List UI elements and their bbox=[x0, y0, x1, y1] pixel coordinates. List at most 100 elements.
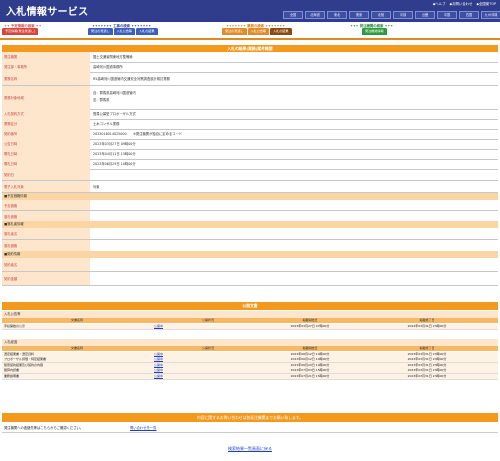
detail-row: 業務区分 土木コンサル業務 bbox=[2, 119, 498, 130]
row-label: 開札日時 bbox=[2, 159, 90, 169]
row-label: 契約者名 bbox=[2, 258, 90, 271]
region-button[interactable]: 全国 bbox=[283, 11, 303, 19]
row-label: 落札価格 bbox=[2, 211, 90, 221]
col-header: 掲載開始日 bbox=[302, 318, 318, 322]
row-value: 対象 bbox=[93, 185, 100, 189]
detail-row: 落札者名 bbox=[2, 228, 498, 240]
region-button[interactable]: 北陸 bbox=[371, 11, 391, 19]
doc-name: 選定結果書・選定資料 bbox=[4, 351, 35, 356]
row-value bbox=[90, 200, 498, 210]
region-button[interactable]: 近畿 bbox=[415, 11, 435, 19]
row-label: 業務名称 bbox=[2, 72, 90, 85]
row-value bbox=[90, 258, 498, 271]
doc-end: 2023年03月31日 23時00分 bbox=[407, 357, 447, 361]
row-label: 業務区分 bbox=[2, 119, 90, 129]
doc-status-link[interactable]: 公開中 bbox=[152, 357, 264, 362]
doc-end: 2023年03月31日 23時00分 bbox=[407, 362, 447, 367]
col-header: 掲載終了日 bbox=[419, 318, 435, 322]
region-button[interactable]: 北海道 bbox=[305, 11, 325, 19]
region-button[interactable]: 中国 bbox=[437, 11, 457, 19]
row-label: 契約金額 bbox=[2, 272, 90, 285]
detail-row: 発注機関 国土交通省関東地方整備局 bbox=[2, 52, 498, 63]
detail-row: 発注部・事務所 高崎河川国道事務所 bbox=[2, 62, 498, 73]
tab-kouji-mitoshi[interactable]: 発注の見通し bbox=[88, 28, 113, 35]
col-header: 公開状況 bbox=[201, 346, 214, 350]
row-label: 業務対象地域 bbox=[2, 85, 90, 109]
tab-gyoumu-mitoshi[interactable]: 発注の見通し bbox=[222, 28, 247, 35]
row-label: 公告日時 bbox=[2, 139, 90, 149]
yotei-head: ■予定価格情報 bbox=[2, 193, 498, 200]
nav-group-title: ✦✦✦✦✦✦✦ 業務の検索 ✦✦✦✦✦✦✦ bbox=[226, 23, 286, 28]
row-value: 2023年04月11日 15時00分 bbox=[93, 152, 136, 157]
detail-row: 予定価格 bbox=[2, 200, 498, 211]
detail-row: 電子入札対象 対象 bbox=[2, 181, 498, 193]
row-label: 開札日時 bbox=[2, 149, 90, 159]
detail-row: 開札日時 2023年06月29日 10時00分 bbox=[2, 159, 498, 170]
row-value bbox=[90, 211, 498, 221]
detail-row: 業務対象地域 自：群馬県高崎河川国道管内 至：群馬県 bbox=[2, 85, 498, 110]
doc-status-link[interactable]: 公開中 bbox=[152, 368, 264, 373]
row-value: R5高崎河川国道管内交通安全対策調査設計検討業務 bbox=[93, 77, 170, 81]
docs-title: 公開文書 bbox=[2, 302, 498, 310]
region-button[interactable]: 関東 bbox=[349, 11, 369, 19]
region-selector: 全国 北海道 東北 関東 北陸 中部 近畿 中国 四国 九州沖縄 bbox=[283, 11, 500, 19]
detail-row: 契約者名 bbox=[2, 258, 498, 272]
tab-kouji-koukoku[interactable]: 入札公告等 bbox=[113, 28, 136, 35]
col-header: 掲載開始日 bbox=[302, 346, 318, 350]
tab-gyoumu-kekka[interactable]: 入札の結果 bbox=[270, 28, 292, 35]
doc-name: 随意契約結果及び契約の内容 bbox=[4, 362, 44, 367]
region-button[interactable]: 九州沖縄 bbox=[481, 11, 500, 19]
doc-status-link[interactable]: 公開中 bbox=[152, 352, 264, 357]
doc-status-link[interactable]: 公開中 bbox=[152, 324, 264, 329]
col-header: 文書名称 bbox=[70, 318, 83, 322]
keiyaku-head: ■契約情報 bbox=[2, 251, 498, 258]
row-label: 契約日 bbox=[2, 169, 90, 180]
region-button[interactable]: 東北 bbox=[327, 11, 347, 19]
contact-link[interactable]: ◆お問い合わせ bbox=[449, 1, 472, 6]
detail-row: 入札契約方式 簡易公募型プロポーザル方式 bbox=[2, 109, 498, 120]
doc-start: 2023年06月12日 10時00分 bbox=[290, 351, 330, 356]
row-label: 発注部・事務所 bbox=[2, 62, 90, 72]
national-top-link[interactable]: ◆全国案TOP bbox=[476, 1, 496, 6]
help-link[interactable]: ◆ヘルプ bbox=[433, 1, 446, 6]
col-header: 掲載終了日 bbox=[419, 346, 435, 350]
detail-row: 公告日時 2023年03月27日 09時00分 bbox=[2, 139, 498, 150]
contact-label: 発注機関への連絡先等はこちらからご確認ください。 bbox=[4, 426, 84, 430]
row-value: 2023年03月27日 09時00分 bbox=[93, 142, 136, 147]
doc-start: 2023年06月29日 10時00分 bbox=[290, 362, 330, 367]
doc-name: プロポーザル評価・特定結果書 bbox=[4, 357, 46, 361]
koukoku-table-header: 文書名称 公開状況 掲載開始日 掲載終了日 bbox=[2, 318, 498, 323]
tab-yotei-mitoshi[interactable]: 予定情報(発注見通し) bbox=[2, 28, 39, 35]
kekka-head: 入札経過 bbox=[2, 339, 498, 346]
col-header: 公開状況 bbox=[201, 318, 214, 322]
region-button[interactable]: 中部 bbox=[393, 11, 413, 19]
doc-end: 2023年03月31日 23時00分 bbox=[407, 368, 447, 372]
doc-end: 2023年03月31日 23時00分 bbox=[407, 351, 447, 356]
kekka-table-header: 文書名称 公開状況 掲載開始日 掲載終了日 bbox=[2, 346, 498, 351]
col-header: 文書名称 bbox=[70, 346, 83, 350]
row-value bbox=[90, 169, 498, 180]
doc-status-link[interactable]: 公開中 bbox=[152, 363, 264, 368]
detail-title: 入札の結果(業務)案件概要 bbox=[2, 45, 498, 52]
detail-row: 契約番号 2023016014025000 ※発注機関が独自に定めるコード bbox=[2, 129, 498, 140]
tab-gyoumu-koukoku[interactable]: 入札公告等 bbox=[247, 28, 270, 35]
row-value: 簡易公募型プロポーザル方式 bbox=[93, 112, 136, 117]
nav-bar: ✦✦ 予定情報の検索 ✦✦ 予定情報(発注見通し) ✦✦✦✦✦✦✦ 工事の検索 … bbox=[0, 22, 500, 38]
row-value: 自：群馬県高崎河川国道管内 至：群馬県 bbox=[93, 91, 136, 102]
row-value bbox=[90, 228, 498, 239]
row-value: 高崎河川国道事務所 bbox=[93, 65, 123, 70]
rakusatsu-head: ■落札者情報 bbox=[2, 221, 498, 228]
nav-group-title: ✦✦✦✦✦✦✦ 工事の検索 ✦✦✦✦✦✦✦ bbox=[92, 23, 152, 28]
region-button[interactable]: 四国 bbox=[459, 11, 479, 19]
detail-row: 業務名称 R5高崎河川国道管内交通安全対策調査設計検討業務 bbox=[2, 72, 498, 86]
doc-status-link[interactable]: 公開中 bbox=[152, 374, 264, 379]
tab-hacchu-kikan[interactable]: 発注機関情報 bbox=[362, 28, 387, 35]
row-value bbox=[90, 240, 498, 251]
table-row: 業務説明書 公開中 2023年07月21日 15時00分 2023年03月31日… bbox=[2, 373, 498, 380]
back-to-results-link[interactable]: 検索結果一覧画面に戻る bbox=[0, 446, 500, 452]
detail-row: 契約金額 bbox=[2, 272, 498, 286]
row-value: 2023年06月29日 10時00分 bbox=[93, 162, 136, 167]
contact-list-link[interactable]: 問い合わせ先一覧 bbox=[130, 425, 156, 430]
tab-kouji-kekka[interactable]: 入札の結果 bbox=[136, 28, 158, 35]
nav-group-title: ✦✦✦ 発注機関の検索 ✦✦✦ bbox=[350, 23, 394, 28]
